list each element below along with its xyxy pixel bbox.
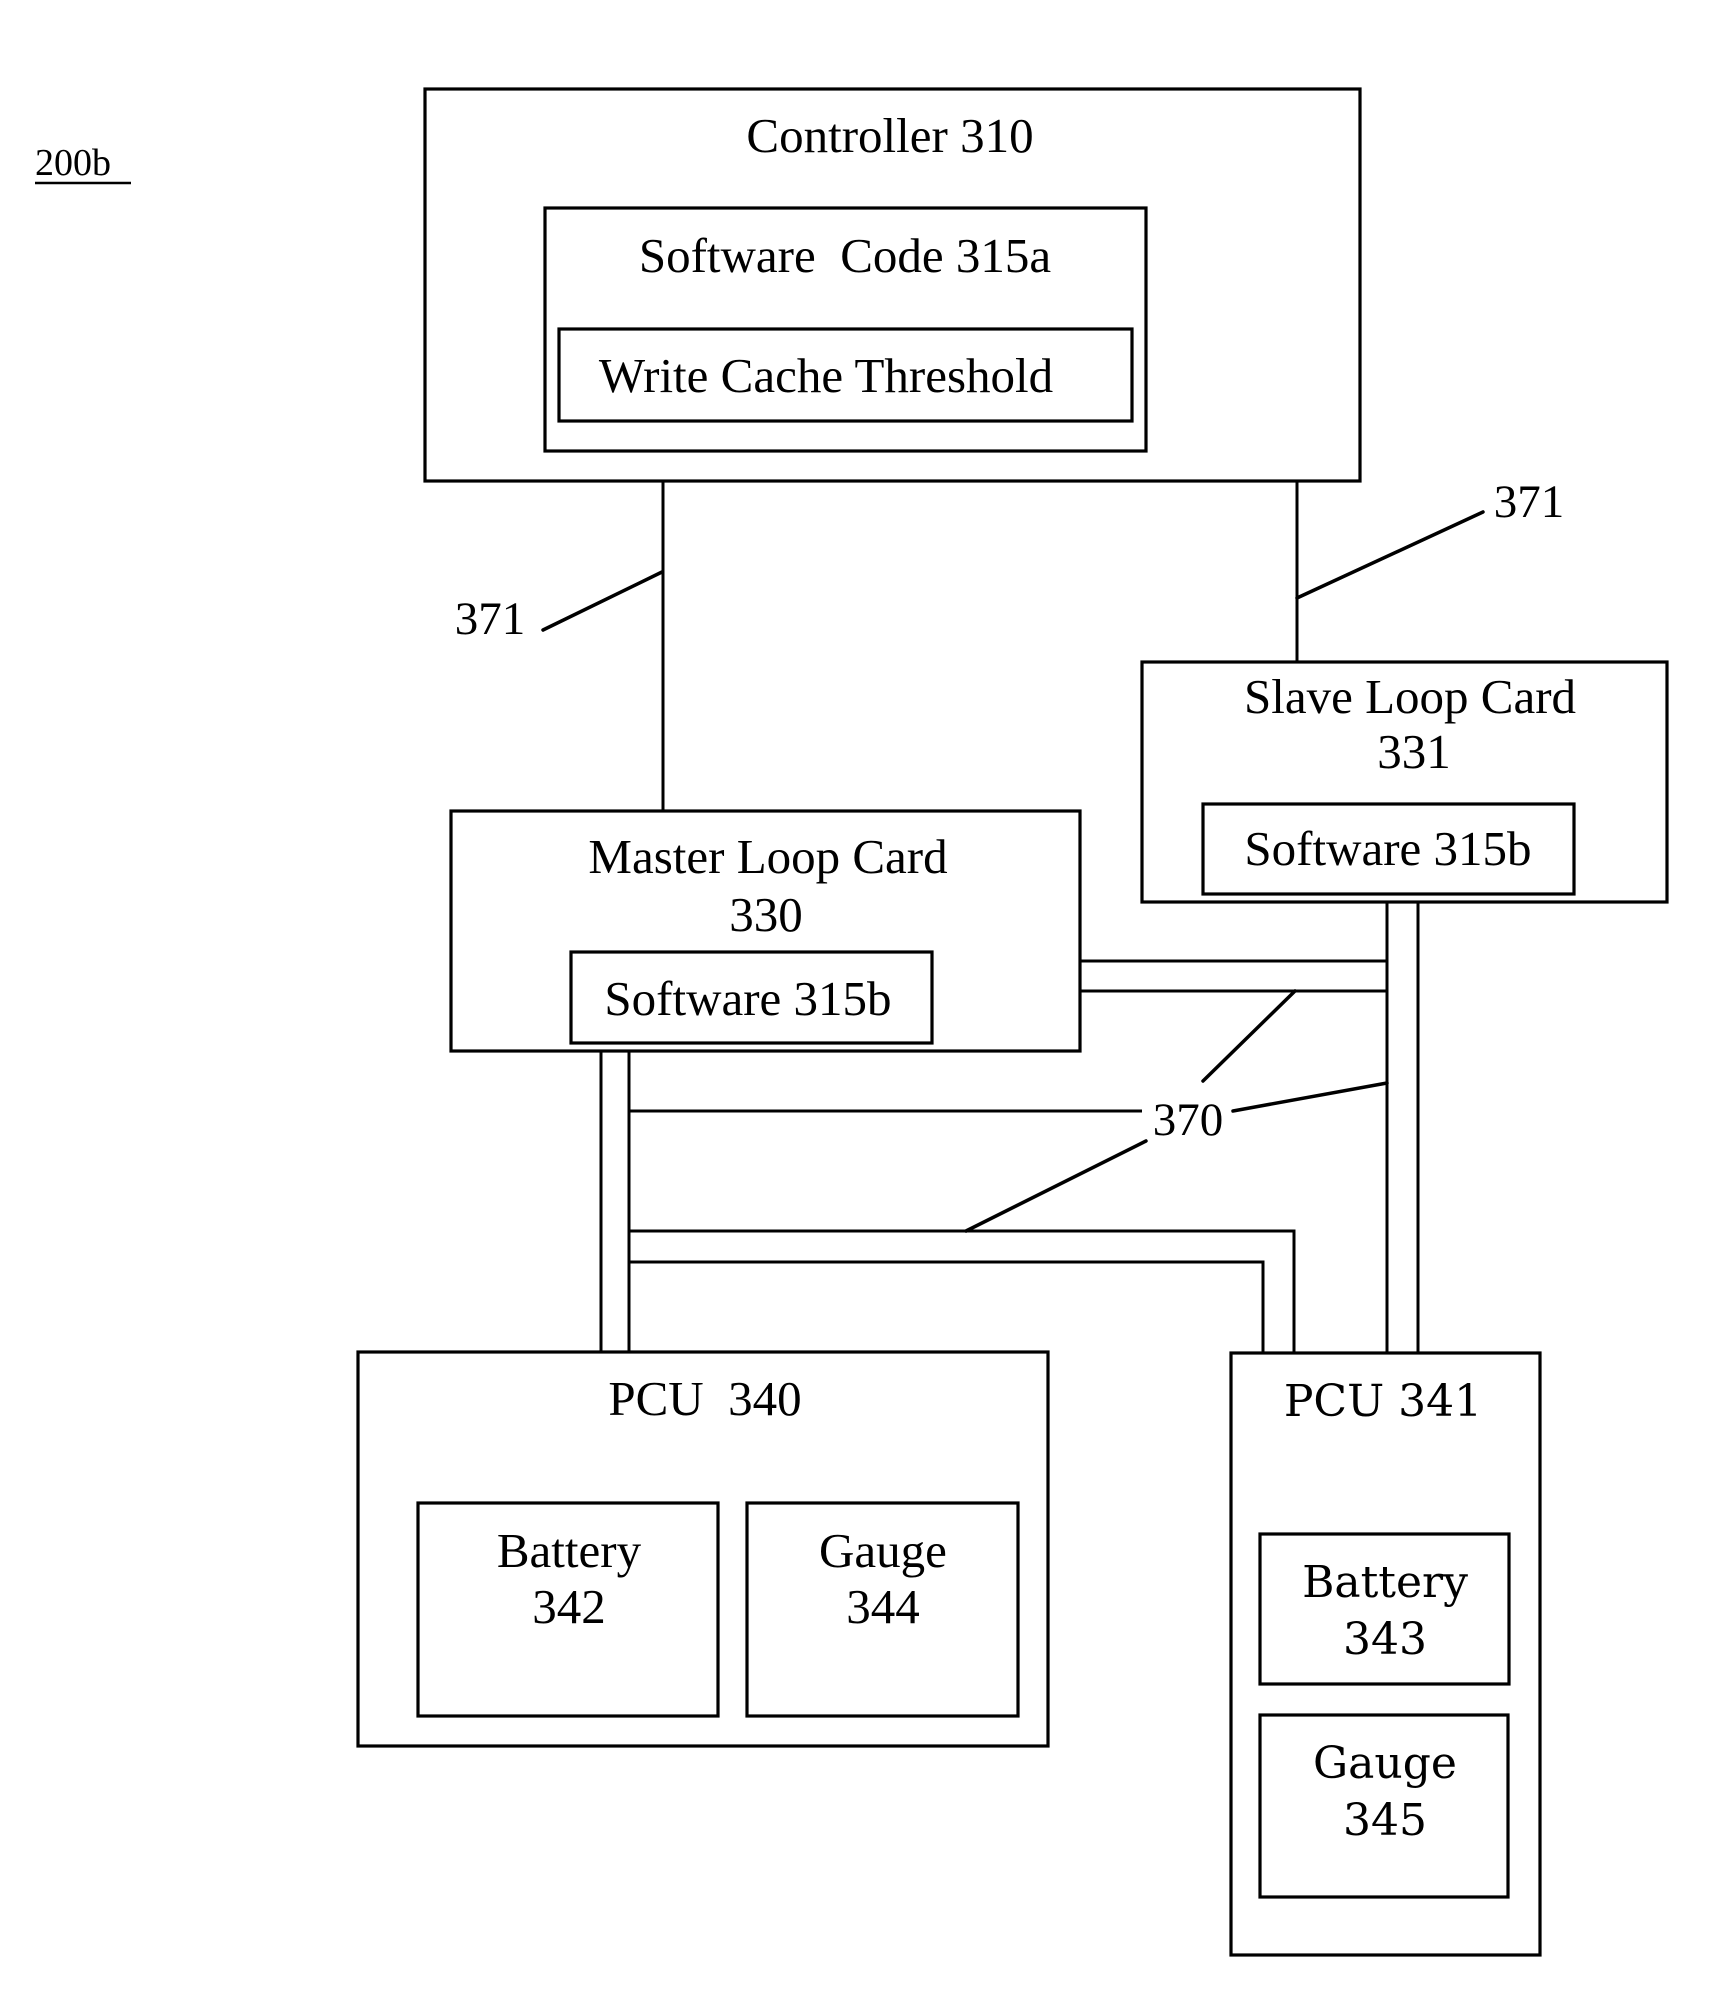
- pcu-341-block: PCU 341 Battery 343 Gauge 345: [1229, 1351, 1542, 1957]
- slave-software-label: Software 315b: [1244, 821, 1531, 876]
- leader-371-right: [1295, 510, 1485, 600]
- leader-370-lower: [964, 1139, 1148, 1233]
- system-diagram: 200b Controller 310 Software Code 315a W…: [0, 0, 1714, 2000]
- slave-loop-card-title: Slave Loop Card: [1244, 669, 1576, 724]
- controller-block: Controller 310 Software Code 315a Write …: [423, 87, 1362, 483]
- battery-342-number: 342: [532, 1579, 606, 1634]
- master-loop-card-title: Master Loop Card: [588, 829, 947, 884]
- controller-title: Controller 310: [746, 108, 1033, 163]
- bus-master-pcu341-outer: [629, 1229, 1296, 1353]
- ref-label-371-left: 371: [455, 593, 526, 645]
- gauge-344-label: Gauge: [819, 1523, 947, 1578]
- bus-master-pcu341-inner: [629, 1260, 1265, 1353]
- figure-label: 200b: [35, 142, 111, 184]
- gauge-345-label: Gauge: [1313, 1738, 1457, 1789]
- leader-370-right: [1231, 1081, 1389, 1113]
- battery-343-label: Battery: [1302, 1557, 1468, 1608]
- pcu-341-title: PCU 341: [1284, 1376, 1482, 1427]
- leader-370-upper: [1201, 989, 1297, 1083]
- loop-bus-370: [599, 902, 1420, 1353]
- master-loop-card-block: Master Loop Card 330 Software 315b: [449, 809, 1082, 1053]
- gauge-345-number: 345: [1343, 1795, 1427, 1846]
- write-cache-threshold-label: Write Cache Threshold: [599, 348, 1053, 403]
- ref-label-370: 370: [1153, 1094, 1224, 1146]
- master-loop-card-number: 330: [729, 887, 803, 942]
- ref-label-371-right: 371: [1494, 476, 1565, 528]
- battery-343-number: 343: [1343, 1614, 1427, 1665]
- software-code-block: Software Code 315a Write Cache Threshold: [543, 206, 1148, 453]
- gauge-344-number: 344: [846, 1579, 920, 1634]
- slave-loop-card-number: 331: [1377, 724, 1451, 779]
- slave-loop-card-block: Slave Loop Card 331 Software 315b: [1140, 660, 1669, 904]
- battery-342-label: Battery: [497, 1523, 642, 1578]
- software-code-title: Software Code 315a: [639, 228, 1052, 283]
- write-cache-threshold-block: Write Cache Threshold: [557, 327, 1134, 423]
- leader-371-left: [541, 570, 664, 632]
- pcu-340-title: PCU 340: [608, 1371, 801, 1426]
- master-software-label: Software 315b: [604, 971, 891, 1026]
- pcu-340-block: PCU 340 Battery 342 Gauge 344: [356, 1350, 1050, 1748]
